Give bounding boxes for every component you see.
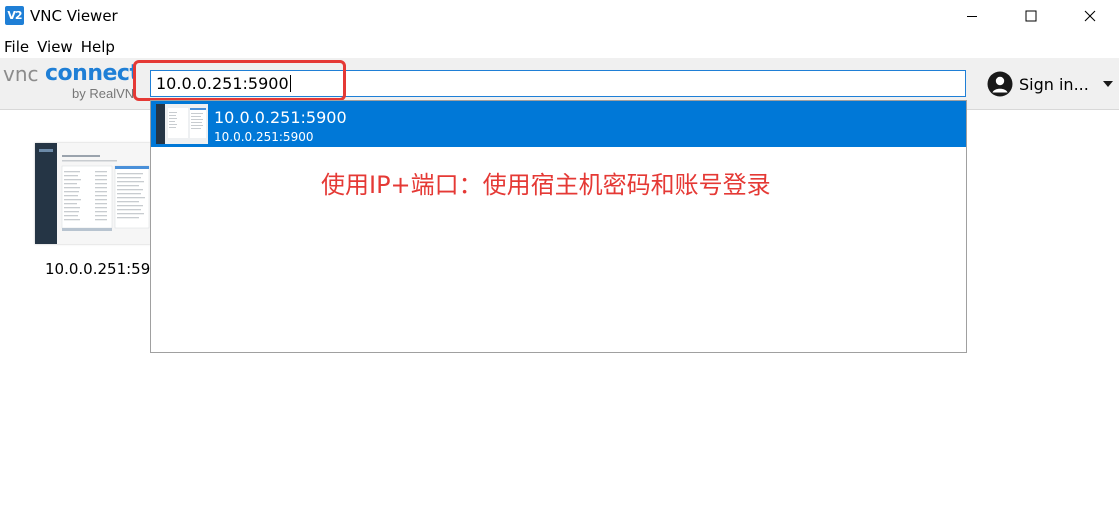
address-highlight-box — [133, 60, 346, 101]
menu-bar: File View Help — [0, 36, 119, 58]
address-suggestions-dropdown: 10.0.0.251:5900 10.0.0.251:5900 — [150, 100, 967, 353]
vnc-connect-logo: vnc connect by RealVNC — [3, 62, 136, 104]
annotation-text: 使用IP+端口：使用宿主机密码和账号登录 — [321, 171, 771, 199]
thumbnail-preview — [39, 143, 151, 244]
logo-connect-text: connect — [45, 62, 136, 86]
title-bar: V2 VNC Viewer — [0, 0, 1119, 32]
chevron-down-icon — [1102, 81, 1113, 87]
window-title: VNC Viewer — [30, 7, 118, 25]
suggestion-thumbnail — [156, 104, 208, 144]
user-avatar-icon — [987, 71, 1013, 97]
close-icon — [1084, 10, 1096, 22]
suggestion-subtitle: 10.0.0.251:5900 — [214, 130, 314, 144]
minimize-button[interactable] — [943, 0, 1001, 32]
maximize-button[interactable] — [1002, 0, 1060, 32]
logo-vnc-text: vnc — [3, 62, 39, 86]
sign-in-button[interactable]: Sign in... — [987, 71, 1113, 97]
close-button[interactable] — [1061, 0, 1119, 32]
minimize-icon — [967, 16, 977, 17]
suggestion-item[interactable]: 10.0.0.251:5900 10.0.0.251:5900 — [151, 101, 966, 147]
suggestion-title: 10.0.0.251:5900 — [214, 108, 347, 127]
maximize-icon — [1025, 10, 1037, 22]
connection-thumbnail[interactable] — [35, 143, 151, 244]
vnc-app-icon: V2 — [5, 6, 24, 25]
logo-by-text: by RealVNC — [72, 86, 136, 101]
menu-help[interactable]: Help — [77, 36, 119, 58]
menu-file[interactable]: File — [0, 36, 33, 58]
sign-in-label: Sign in... — [1019, 74, 1089, 94]
connection-caption[interactable]: 10.0.0.251:5900 — [45, 260, 151, 278]
menu-view[interactable]: View — [33, 36, 77, 58]
